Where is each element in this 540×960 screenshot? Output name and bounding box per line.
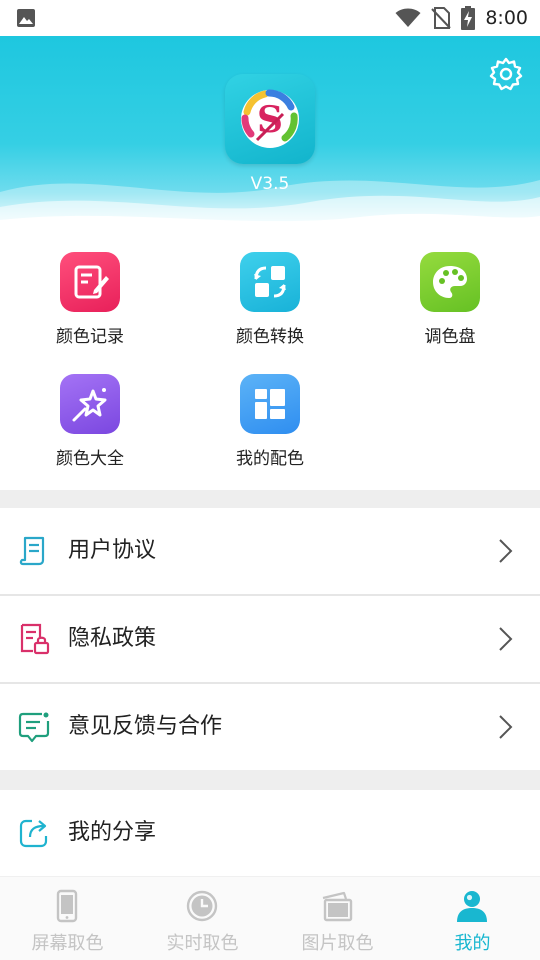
nav-screen-pick[interactable]: 屏幕取色 — [0, 877, 135, 960]
color-picker-logo-icon: S — [241, 89, 299, 148]
menu-privacy-policy[interactable]: 隐私政策 — [0, 596, 540, 682]
tool-palette[interactable]: 调色盘 — [390, 252, 510, 347]
tool-label: 我的配色 — [236, 449, 304, 469]
menu-label: 我的分享 — [68, 820, 157, 845]
menu-label: 意见反馈与合作 — [68, 714, 223, 739]
menu-label: 隐私政策 — [68, 626, 157, 651]
chevron-right-icon — [499, 539, 513, 563]
privacy-lock-icon — [20, 623, 50, 655]
tool-label: 颜色记录 — [56, 327, 124, 347]
feedback-icon — [18, 712, 50, 743]
nav-mine[interactable]: 我的 — [405, 877, 540, 960]
nav-label: 屏幕取色 — [31, 933, 104, 954]
gallery-icon — [17, 9, 35, 27]
clock-icon — [186, 890, 218, 922]
edit-note-icon — [74, 265, 109, 299]
nav-realtime-pick[interactable]: 实时取色 — [135, 877, 270, 960]
tools-grid: 颜色记录 颜色转换 调色盘 颜色大全 我的配色 — [0, 232, 540, 490]
nav-label: 图片取色 — [301, 933, 374, 954]
tool-label: 调色盘 — [424, 327, 476, 347]
app-version: V3.5 — [250, 174, 290, 194]
wave-decoration — [0, 180, 540, 232]
settings-gear-icon[interactable] — [488, 56, 524, 92]
menu-feedback[interactable]: 意见反馈与合作 — [0, 684, 540, 770]
share-icon — [19, 819, 48, 848]
wifi-icon — [395, 8, 421, 27]
tool-label: 颜色大全 — [56, 449, 124, 469]
chevron-right-icon — [499, 715, 513, 739]
convert-icon — [254, 266, 286, 298]
tool-label: 颜色转换 — [236, 327, 304, 347]
battery-charging-icon — [461, 6, 476, 30]
person-icon — [457, 891, 487, 922]
menu-label: 用户协议 — [68, 538, 157, 563]
nav-label: 我的 — [454, 933, 491, 954]
menu-my-share[interactable]: 我的分享 — [0, 790, 540, 876]
chevron-right-icon — [499, 627, 513, 651]
profile-header: S V3.5 — [0, 36, 540, 232]
phone-icon — [56, 889, 78, 923]
star-wand-icon — [72, 388, 107, 422]
no-sim-icon — [431, 7, 452, 29]
nav-label: 实时取色 — [166, 933, 239, 954]
status-bar: 8:00 — [0, 0, 540, 36]
picture-icon — [322, 891, 353, 922]
tool-color-convert[interactable]: 颜色转换 — [210, 252, 330, 347]
menu-user-agreement[interactable]: 用户协议 — [0, 508, 540, 594]
tool-my-colors[interactable]: 我的配色 — [210, 374, 330, 469]
layout-grid-icon — [255, 389, 285, 419]
tool-color-record[interactable]: 颜色记录 — [30, 252, 150, 347]
nav-image-pick[interactable]: 图片取色 — [270, 877, 405, 960]
document-icon — [19, 536, 45, 566]
palette-icon — [433, 266, 467, 298]
tool-color-collection[interactable]: 颜色大全 — [30, 374, 150, 469]
status-time: 8:00 — [485, 7, 528, 29]
bottom-nav: 屏幕取色 实时取色 图片取色 我的 — [0, 876, 540, 960]
app-logo: S — [225, 74, 315, 164]
